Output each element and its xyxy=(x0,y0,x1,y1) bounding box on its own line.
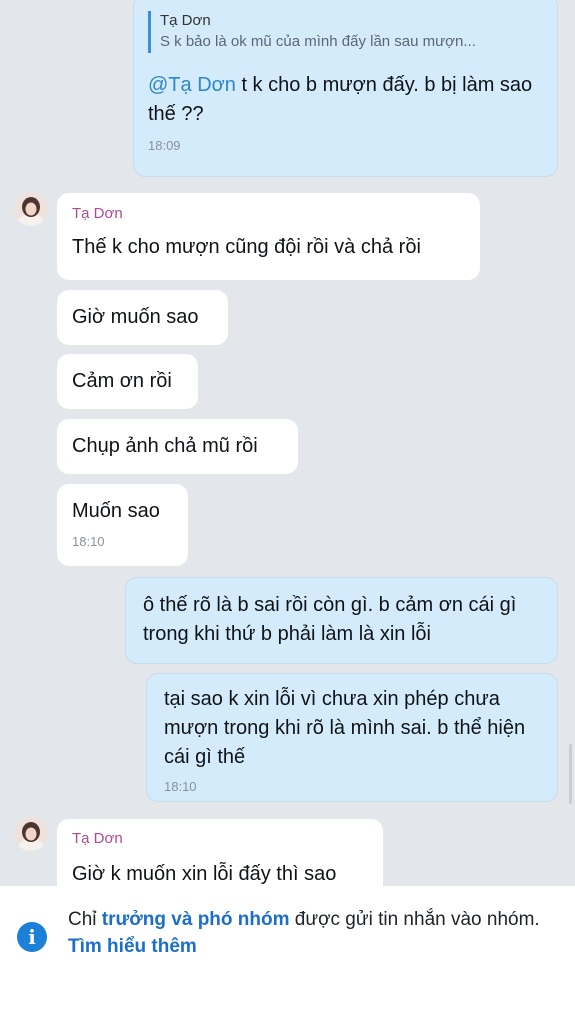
notice-text: Chỉ trưởng và phó nhóm được gửi tin nhắn… xyxy=(68,909,540,957)
message-text: Giờ muốn sao xyxy=(72,306,199,328)
group-permission-notice: i Chỉ trưởng và phó nhóm được gửi tin nh… xyxy=(0,886,575,1024)
message-bubble[interactable]: ô thế rõ là b sai rồi còn gì. b cảm ơn c… xyxy=(125,577,558,664)
reply-snippet: S k bảo là ok mũ của mình đấy lần sau mư… xyxy=(160,33,476,50)
info-icon: i xyxy=(17,922,47,952)
message-text: tại sao k xin lỗi vì chưa xin phép chưa … xyxy=(164,688,526,768)
message-bubble[interactable]: Chụp ảnh chả mũ rồi xyxy=(57,419,298,474)
message-bubble[interactable]: Giờ muốn sao xyxy=(57,290,228,345)
message-bubble[interactable]: Tạ Dơn Giờ k muốn xin lỗi đấy thì sao xyxy=(57,819,383,886)
message-text: @Tạ Dơn t k cho b mượn đấy. b bị làm sao… xyxy=(148,74,533,125)
message-text: Thế k cho mượn cũng đội rồi và chả rồi xyxy=(72,236,421,258)
message-bubble[interactable]: Muốn sao 18:10 xyxy=(57,484,188,566)
message-text: Cảm ơn rồi xyxy=(72,370,172,392)
learn-more-link[interactable]: Tìm hiểu thêm xyxy=(68,936,197,957)
scrollbar[interactable] xyxy=(569,744,572,804)
message-bubble[interactable]: Tạ Dơn Thế k cho mượn cũng đội rồi và ch… xyxy=(57,193,480,280)
message-text: ô thế rõ là b sai rồi còn gì. b cảm ơn c… xyxy=(143,594,517,645)
admin-role-link[interactable]: trưởng và phó nhóm xyxy=(102,909,290,930)
reply-sender-name: Tạ Dơn xyxy=(160,12,211,29)
message-text: Muốn sao xyxy=(72,500,160,522)
message-text: Chụp ảnh chả mũ rồi xyxy=(72,435,258,457)
avatar[interactable] xyxy=(14,192,48,226)
mention[interactable]: @Tạ Dơn xyxy=(148,74,236,96)
message-bubble[interactable]: Cảm ơn rồi xyxy=(57,354,198,409)
sender-name[interactable]: Tạ Dơn xyxy=(72,205,465,223)
message-time: 18:09 xyxy=(148,138,181,153)
reply-quote[interactable]: Tạ Dơn S k bảo là ok mũ của mình đấy lần… xyxy=(148,11,543,53)
sender-name[interactable]: Tạ Dơn xyxy=(72,830,368,848)
message-bubble[interactable]: tại sao k xin lỗi vì chưa xin phép chưa … xyxy=(146,673,558,802)
message-bubble[interactable]: Tạ Dơn S k bảo là ok mũ của mình đấy lần… xyxy=(133,0,558,177)
chat-area[interactable]: Tạ Dơn S k bảo là ok mũ của mình đấy lần… xyxy=(0,0,575,886)
message-time: 18:10 xyxy=(72,534,105,549)
message-time: 18:10 xyxy=(164,779,197,794)
message-text: Giờ k muốn xin lỗi đấy thì sao xyxy=(72,863,337,885)
avatar[interactable] xyxy=(14,817,48,851)
